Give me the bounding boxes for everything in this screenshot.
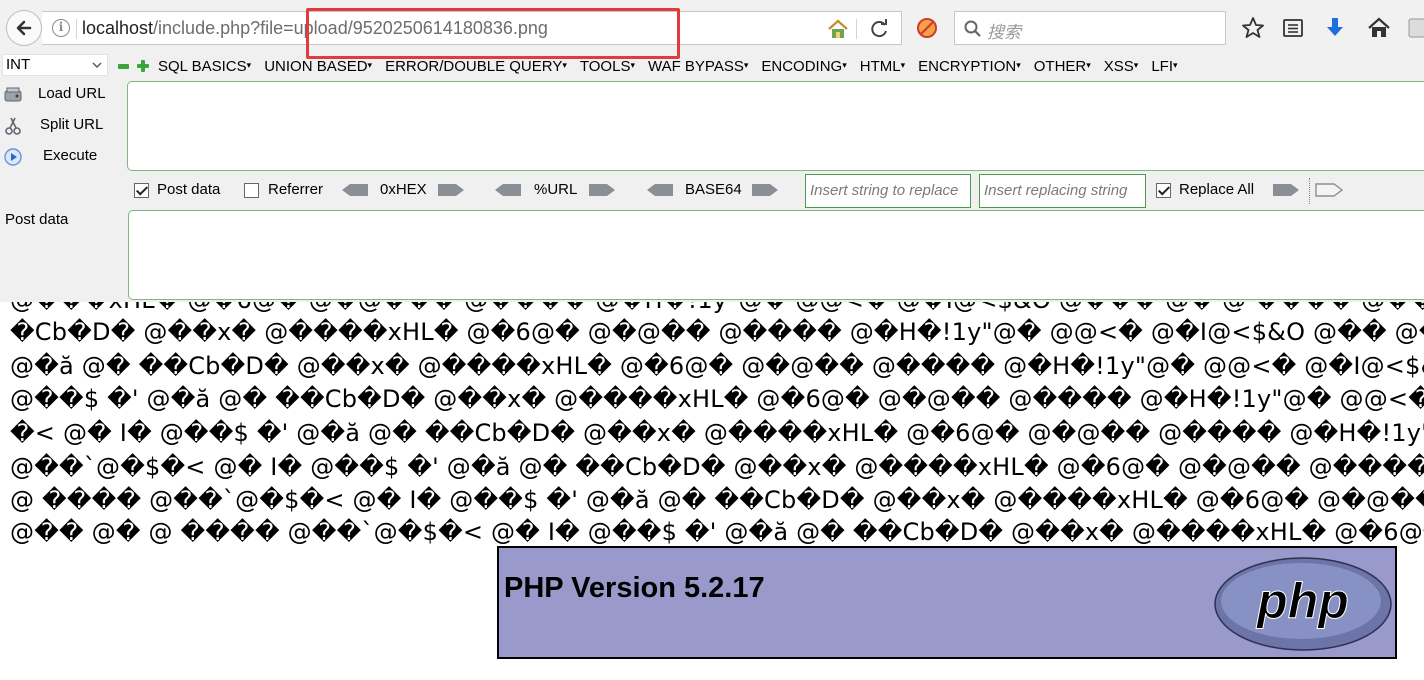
post-data-checkbox[interactable] bbox=[134, 183, 149, 198]
phpinfo-header: PHP Version 5.2.17 php bbox=[497, 546, 1397, 659]
house-icon[interactable] bbox=[826, 17, 850, 41]
hex-encode-arrow-icon[interactable] bbox=[436, 182, 466, 198]
home-icon[interactable] bbox=[1366, 15, 1392, 41]
garbled-line: �Cb�D� @��x� @����xHL� @�6@� @�@�� @����… bbox=[10, 318, 1424, 346]
menu-xss[interactable]: XSS▾ bbox=[1104, 58, 1139, 75]
menu-encoding[interactable]: ENCODING▾ bbox=[761, 58, 846, 75]
browser-window: i localhost/include.php?file=upload/9520… bbox=[0, 0, 1424, 680]
reload-icon[interactable] bbox=[868, 18, 890, 40]
replace-all-checkbox[interactable] bbox=[1156, 183, 1171, 198]
post-data-label: Post data bbox=[5, 211, 69, 228]
menu-html[interactable]: HTML▾ bbox=[860, 58, 905, 75]
menu-other[interactable]: OTHER▾ bbox=[1034, 58, 1091, 75]
decrement-icon[interactable] bbox=[118, 63, 129, 69]
chevron-down-icon bbox=[92, 62, 102, 68]
replace-arrow-icon[interactable] bbox=[1271, 182, 1301, 198]
search-icon bbox=[964, 20, 981, 37]
url-host: localhost bbox=[82, 18, 154, 38]
replace-with-placeholder: Insert replacing string bbox=[984, 182, 1128, 199]
menu-tools[interactable]: TOOLS▾ bbox=[580, 58, 635, 75]
garbled-line: @ ���� @��`@�$�< @� I� @��$ �' @�ă @� ��… bbox=[10, 486, 1424, 514]
execute-button[interactable]: Execute bbox=[0, 144, 124, 170]
menu-waf-bypass[interactable]: WAF BYPASS▾ bbox=[648, 58, 748, 75]
replace-all-label: Replace All bbox=[1179, 181, 1255, 198]
replace-with-input[interactable]: Insert replacing string bbox=[979, 174, 1146, 208]
urlencode-label: %URL bbox=[534, 181, 578, 198]
browser-navbar: i localhost/include.php?file=upload/9520… bbox=[0, 0, 1424, 56]
type-select-value: INT bbox=[6, 56, 31, 73]
scissors-icon bbox=[5, 117, 21, 135]
split-url-label: Split URL bbox=[40, 116, 104, 133]
back-arrow-icon bbox=[16, 20, 32, 36]
execute-label: Execute bbox=[43, 147, 98, 164]
hackbar-menu: SQL BASICS▾ UNION BASED▾ ERROR/DOUBLE QU… bbox=[118, 56, 1191, 76]
menu-sql-basics[interactable]: SQL BASICS▾ bbox=[158, 58, 251, 75]
garbled-line: @�� @� @ ���� @��`@�$�< @� I� @��$ �' @�… bbox=[10, 518, 1424, 546]
garbled-line: @��$ �' @�ă @� ��Cb�D� @��x� @����xHL� @… bbox=[10, 385, 1424, 413]
bookmark-star-icon[interactable] bbox=[1240, 15, 1266, 41]
menu-union-based[interactable]: UNION BASED▾ bbox=[264, 58, 372, 75]
hex-decode-arrow-icon[interactable] bbox=[340, 182, 370, 198]
reading-list-icon[interactable] bbox=[1280, 15, 1306, 41]
post-data-textarea[interactable] bbox=[128, 210, 1424, 300]
load-url-icon bbox=[4, 87, 22, 102]
play-icon bbox=[4, 148, 22, 166]
garbled-line: @�ă @� ��Cb�D� @��x� @����xHL� @�6@� @�@… bbox=[10, 352, 1424, 380]
url-encode-arrow-icon[interactable] bbox=[587, 182, 617, 198]
garbled-line: @��`@�$�< @� I� @��$ �' @�ă @� ��Cb�D� @… bbox=[10, 453, 1424, 481]
replace-from-placeholder: Insert string to replace bbox=[810, 182, 959, 199]
type-select[interactable]: INT bbox=[2, 54, 108, 76]
toolbar-divider bbox=[1309, 178, 1310, 204]
referrer-checkbox-label: Referrer bbox=[268, 181, 324, 198]
php-logo: php bbox=[1214, 557, 1392, 651]
back-button[interactable] bbox=[6, 10, 42, 46]
search-bar[interactable]: 搜索 bbox=[954, 11, 1226, 45]
load-url-button[interactable]: Load URL bbox=[0, 82, 124, 108]
adblock-icon[interactable] bbox=[916, 17, 938, 39]
extension-icon[interactable] bbox=[1406, 15, 1424, 41]
garbled-line: �< @� I� @��$ �' @�ă @� ��Cb�D� @��x� @�… bbox=[10, 419, 1424, 447]
menu-encryption[interactable]: ENCRYPTION▾ bbox=[918, 58, 1021, 75]
php-version-title: PHP Version 5.2.17 bbox=[504, 572, 765, 604]
replace-from-input[interactable]: Insert string to replace bbox=[805, 174, 971, 208]
url-divider bbox=[76, 19, 77, 39]
url-highlight-box bbox=[306, 8, 680, 59]
menu-lfi[interactable]: LFI▾ bbox=[1151, 58, 1177, 75]
replace-outline-arrow-icon[interactable] bbox=[1314, 182, 1344, 198]
load-url-label: Load URL bbox=[38, 85, 106, 102]
increment-icon[interactable] bbox=[137, 60, 149, 72]
php-logo-text: php bbox=[1255, 573, 1349, 629]
site-info-icon[interactable]: i bbox=[52, 19, 70, 37]
search-placeholder: 搜索 bbox=[987, 23, 1021, 42]
base64-decode-arrow-icon[interactable] bbox=[645, 182, 675, 198]
base64-encode-arrow-icon[interactable] bbox=[750, 182, 780, 198]
hex-label: 0xHEX bbox=[380, 181, 427, 198]
url-divider-2 bbox=[856, 19, 857, 39]
post-data-checkbox-label: Post data bbox=[157, 181, 221, 198]
split-url-button[interactable]: Split URL bbox=[0, 113, 124, 139]
menu-error-double-query[interactable]: ERROR/DOUBLE QUERY▾ bbox=[385, 58, 567, 75]
url-textarea[interactable] bbox=[127, 81, 1424, 171]
download-icon[interactable] bbox=[1322, 15, 1348, 41]
url-decode-arrow-icon[interactable] bbox=[493, 182, 523, 198]
referrer-checkbox[interactable] bbox=[244, 183, 259, 198]
base64-label: BASE64 bbox=[685, 181, 742, 198]
